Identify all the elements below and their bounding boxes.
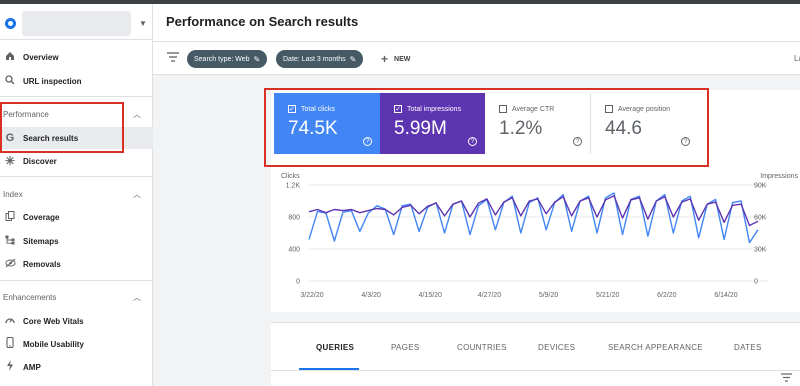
search-type-chip[interactable]: Search type: Web ✎ <box>187 50 268 68</box>
new-filter-button[interactable]: + NEW <box>381 51 410 67</box>
highlight-box-search-results <box>0 102 124 153</box>
chip-label: Search type: Web <box>194 55 250 63</box>
sidebar-item-label: Mobile Usability <box>23 339 84 349</box>
edit-icon: ✎ <box>253 54 261 64</box>
tab-pages[interactable]: PAGES <box>391 343 419 352</box>
date-range-chip[interactable]: Date: Last 3 months ✎ <box>276 50 364 68</box>
y-tick-right: 60K <box>754 215 767 222</box>
divider <box>0 96 153 97</box>
sitemap-icon <box>3 235 17 248</box>
sidebar-item-label: URL inspection <box>23 76 82 86</box>
plus-icon: + <box>381 52 389 66</box>
new-filter-label: NEW <box>394 55 411 63</box>
sidebar: ▼ Overview URL inspection Performance ︿ … <box>0 4 153 386</box>
y-tick-right: 90K <box>754 183 767 190</box>
x-tick-label: 5/9/20 <box>539 292 559 299</box>
asterisk-icon: ✳ <box>4 154 16 168</box>
x-tick-label: 5/21/20 <box>596 292 619 299</box>
active-tab-indicator <box>299 368 359 370</box>
report-tabs: QUERIES PAGES COUNTRIES DEVICES SEARCH A… <box>271 322 800 386</box>
caret-down-icon: ▼ <box>139 19 147 28</box>
y-tick-left: 1.2K <box>286 183 301 190</box>
file-copy-icon <box>3 210 17 224</box>
page-header: Performance on Search results <box>153 4 800 42</box>
sidebar-item-label: Overview <box>23 52 59 62</box>
sidebar-item-mobile-usability[interactable]: Mobile Usability <box>0 333 153 355</box>
sidebar-item-core-web-vitals[interactable]: Core Web Vitals <box>0 310 153 332</box>
home-icon <box>3 51 17 64</box>
property-selector[interactable]: ▼ <box>3 10 149 37</box>
property-logo-icon <box>5 18 16 29</box>
tab-dates[interactable]: DATES <box>734 343 762 352</box>
performance-chart: Clicks Impressions1.2K 90K800 60K400 30K0 03/… <box>281 173 799 299</box>
y-tick-left: 0 <box>296 279 300 286</box>
x-tick-label: 4/27/20 <box>478 292 501 299</box>
sidebar-item-label: Coverage <box>23 212 60 222</box>
sidebar-item-url-inspection[interactable]: URL inspection <box>0 70 153 92</box>
bolt-icon <box>3 360 17 374</box>
x-tick-label: 4/3/20 <box>361 292 381 299</box>
page-title: Performance on Search results <box>166 14 359 29</box>
speedometer-icon <box>3 315 17 328</box>
x-tick-label: 6/2/20 <box>657 292 677 299</box>
tab-devices[interactable]: DEVICES <box>538 343 575 352</box>
y-axis-right-title: Impressions <box>760 173 798 180</box>
section-title: Index <box>3 189 23 199</box>
section-header-enhancements[interactable]: Enhancements ︿ <box>3 290 149 304</box>
section-header-index[interactable]: Index ︿ <box>3 187 149 201</box>
y-axis-left-title: Clicks <box>281 173 300 180</box>
sidebar-item-label: Sitemaps <box>23 236 59 246</box>
edit-icon: ✎ <box>349 54 357 64</box>
y-tick-right: 0 <box>754 279 758 286</box>
phone-icon <box>3 336 17 351</box>
tab-countries[interactable]: COUNTRIES <box>457 343 507 352</box>
filter-icon[interactable] <box>167 52 179 64</box>
tab-search-appearance[interactable]: SEARCH APPEARANCE <box>608 343 703 352</box>
filter-bar: Search type: Web ✎ Date: Last 3 months ✎… <box>153 42 800 75</box>
divider <box>0 280 153 281</box>
divider <box>0 176 153 177</box>
chevron-up-icon: ︿ <box>133 189 141 199</box>
chip-label: Date: Last 3 months <box>283 55 346 63</box>
sidebar-item-removals[interactable]: Removals <box>0 253 153 275</box>
y-tick-left: 400 <box>288 247 300 254</box>
x-tick-label: 3/22/20 <box>300 292 323 299</box>
section-title: Enhancements <box>3 292 57 302</box>
chevron-up-icon: ︿ <box>133 292 141 302</box>
divider <box>0 39 153 40</box>
sidebar-item-label: Core Web Vitals <box>23 316 84 326</box>
sidebar-item-label: AMP <box>23 362 41 372</box>
highlight-box-metrics <box>264 88 709 167</box>
property-name-box <box>22 11 131 36</box>
tabs-divider <box>271 370 800 371</box>
sidebar-item-sitemaps[interactable]: Sitemaps <box>0 230 153 252</box>
sidebar-item-discover[interactable]: ✳ Discover <box>0 150 153 172</box>
sidebar-item-coverage[interactable]: Coverage <box>0 206 153 228</box>
tab-queries[interactable]: QUERIES <box>316 343 354 352</box>
y-tick-right: 30K <box>754 247 767 254</box>
chevron-up-icon: ︿ <box>133 109 141 119</box>
y-tick-left: 800 <box>288 215 300 222</box>
sidebar-item-amp[interactable]: AMP <box>0 356 153 378</box>
sidebar-item-label: Removals <box>23 259 61 269</box>
x-tick-label: 6/14/20 <box>714 292 737 299</box>
x-tick-label: 4/15/20 <box>419 292 442 299</box>
sidebar-item-label: Discover <box>23 156 57 166</box>
sidebar-item-overview[interactable]: Overview <box>0 46 153 68</box>
series-line-impressions <box>308 195 759 227</box>
filter-rows-icon[interactable] <box>781 373 792 385</box>
eye-off-icon <box>3 258 17 271</box>
last-updated-text: La <box>794 54 800 63</box>
search-icon <box>3 74 17 88</box>
